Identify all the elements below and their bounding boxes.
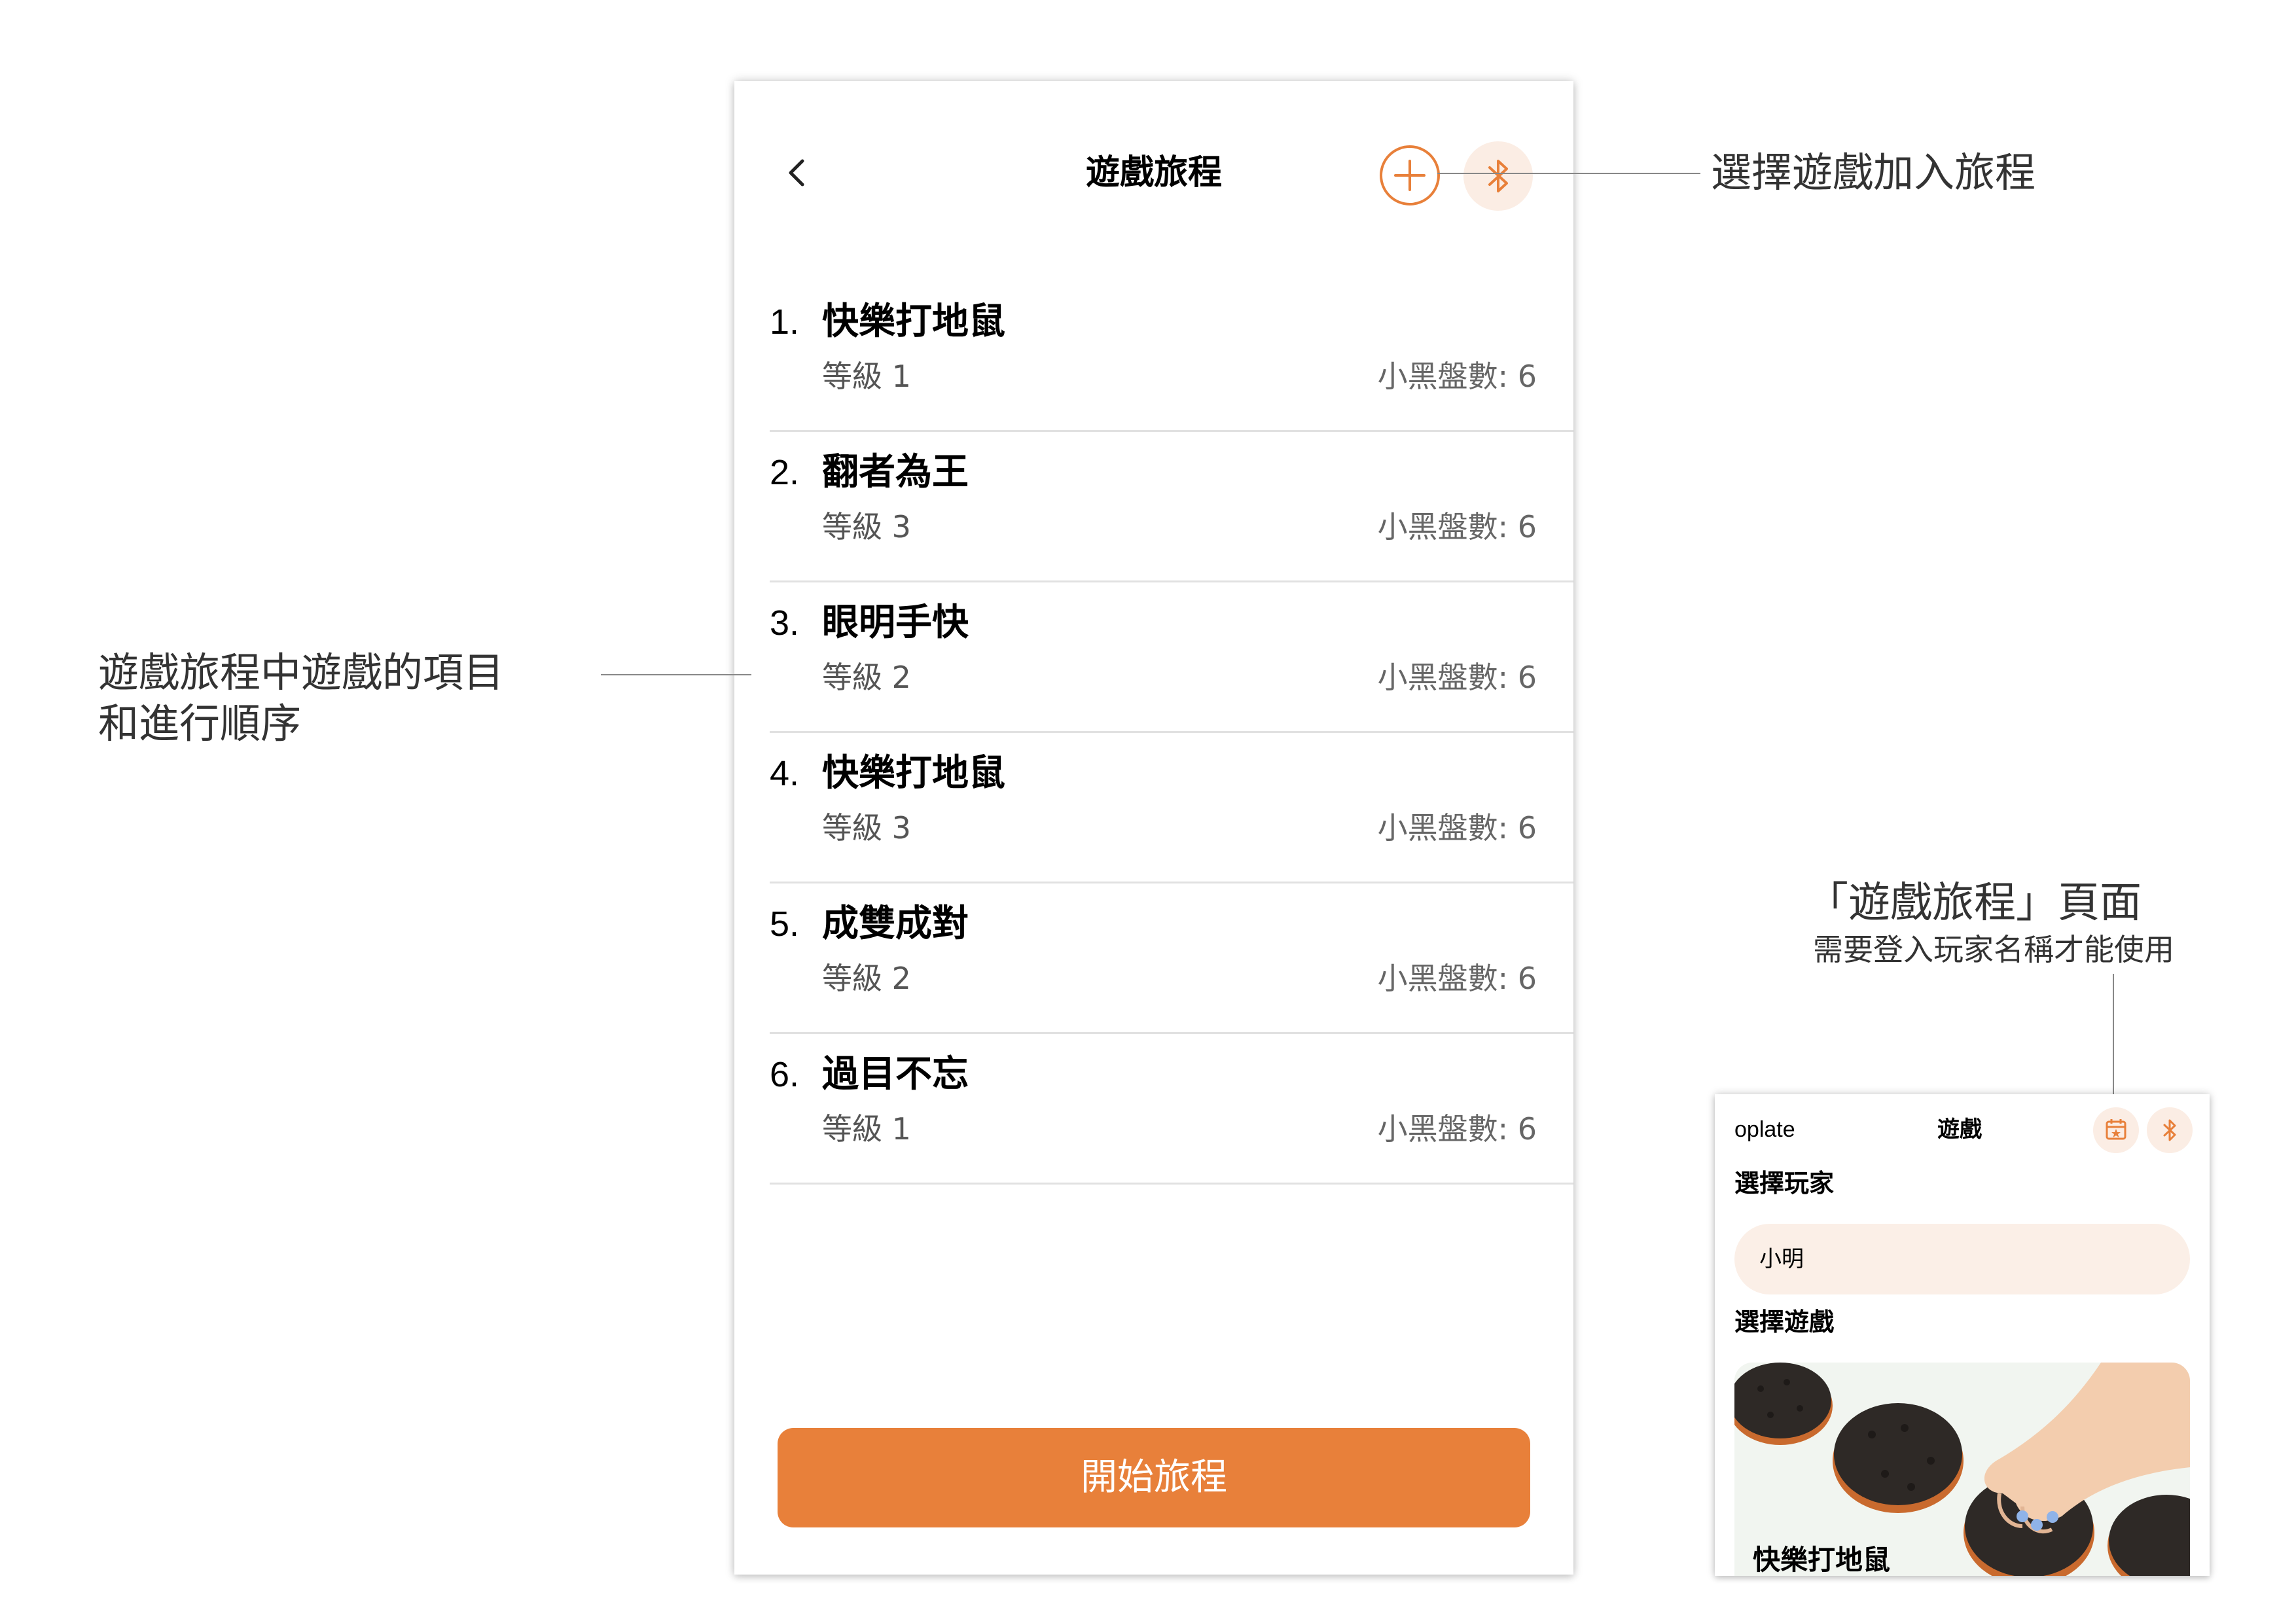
annotation-line-items xyxy=(601,674,751,675)
item-level: 等級 2 xyxy=(822,660,911,695)
item-name: 快樂打地鼠 xyxy=(822,752,1005,794)
add-game-button[interactable] xyxy=(1380,145,1440,205)
item-chip-count: 小黑盤數: 6 xyxy=(1377,1111,1537,1147)
mini-bluetooth-button[interactable] xyxy=(2147,1107,2193,1153)
player-select[interactable]: 小明 xyxy=(1734,1224,2190,1294)
item-name: 成雙成對 xyxy=(822,902,969,945)
item-name: 過目不忘 xyxy=(822,1053,969,1096)
games-screen-preview: oplate 遊戲 選擇玩家 小明 選擇遊戲 快樂打地鼠 xyxy=(1715,1094,2210,1576)
item-level: 等級 1 xyxy=(822,1111,911,1147)
item-level: 等級 2 xyxy=(822,961,911,996)
plus-icon xyxy=(1394,160,1426,191)
journey-calendar-button[interactable] xyxy=(2093,1107,2139,1153)
mini-page-title: 遊戲 xyxy=(1937,1116,1982,1143)
item-chip-count: 小黑盤數: 6 xyxy=(1377,810,1537,846)
annotation-line-calendar xyxy=(2113,974,2114,1111)
item-chip-count: 小黑盤數: 6 xyxy=(1377,509,1537,544)
list-item[interactable]: 3. 眼明手快 等級 2 小黑盤數: 6 xyxy=(770,582,1573,733)
item-level: 等級 1 xyxy=(822,359,911,394)
game-card-title: 快樂打地鼠 xyxy=(1753,1544,1891,1576)
item-name: 翻者為王 xyxy=(822,451,969,493)
item-number: 1. xyxy=(770,302,800,342)
bluetooth-button[interactable] xyxy=(1463,141,1533,211)
select-game-label: 選擇遊戲 xyxy=(1734,1308,1835,1336)
list-item[interactable]: 1. 快樂打地鼠 等級 1 小黑盤數: 6 xyxy=(770,281,1573,432)
select-player-label: 選擇玩家 xyxy=(1734,1169,1835,1198)
annotation-line-add xyxy=(1437,173,1700,174)
list-item[interactable]: 6. 過目不忘 等級 1 小黑盤數: 6 xyxy=(770,1034,1573,1185)
start-journey-button[interactable]: 開始旅程 xyxy=(778,1428,1530,1527)
item-number: 3. xyxy=(770,603,800,643)
item-name: 快樂打地鼠 xyxy=(822,300,1005,343)
calendar-star-icon xyxy=(2106,1119,2126,1140)
annotation-items-order-1: 遊戲旅程中遊戲的項目 xyxy=(98,649,505,696)
annotation-add-game: 選擇遊戲加入旅程 xyxy=(1711,149,2036,196)
list-item[interactable]: 4. 快樂打地鼠 等級 3 小黑盤數: 6 xyxy=(770,733,1573,883)
item-number: 2. xyxy=(770,453,800,492)
item-number: 5. xyxy=(770,904,800,944)
bluetooth-icon xyxy=(1488,160,1508,192)
annotation-items-order-2: 和進行順序 xyxy=(98,700,302,747)
list-item[interactable]: 2. 翻者為王 等級 3 小黑盤數: 6 xyxy=(770,432,1573,582)
item-number: 4. xyxy=(770,754,800,793)
item-chip-count: 小黑盤數: 6 xyxy=(1377,961,1537,996)
annotation-page-subtitle: 需要登入玩家名稱才能使用 xyxy=(1813,932,2174,967)
item-level: 等級 3 xyxy=(822,509,911,544)
item-level: 等級 3 xyxy=(822,810,911,846)
app-name: oplate xyxy=(1734,1117,1795,1142)
journey-screen: 遊戲旅程 1. 快樂打地鼠 等級 1 小黑盤數: 6 2. 翻者為王 等級 3 … xyxy=(734,81,1573,1575)
annotation-page-title: 「遊戲旅程」頁面 xyxy=(1806,879,2142,927)
item-chip-count: 小黑盤數: 6 xyxy=(1377,359,1537,394)
item-chip-count: 小黑盤數: 6 xyxy=(1377,660,1537,695)
item-number: 6. xyxy=(770,1055,800,1094)
item-name: 眼明手快 xyxy=(822,601,969,644)
list-item[interactable]: 5. 成雙成對 等級 2 小黑盤數: 6 xyxy=(770,883,1573,1034)
bluetooth-icon xyxy=(2163,1119,2176,1141)
